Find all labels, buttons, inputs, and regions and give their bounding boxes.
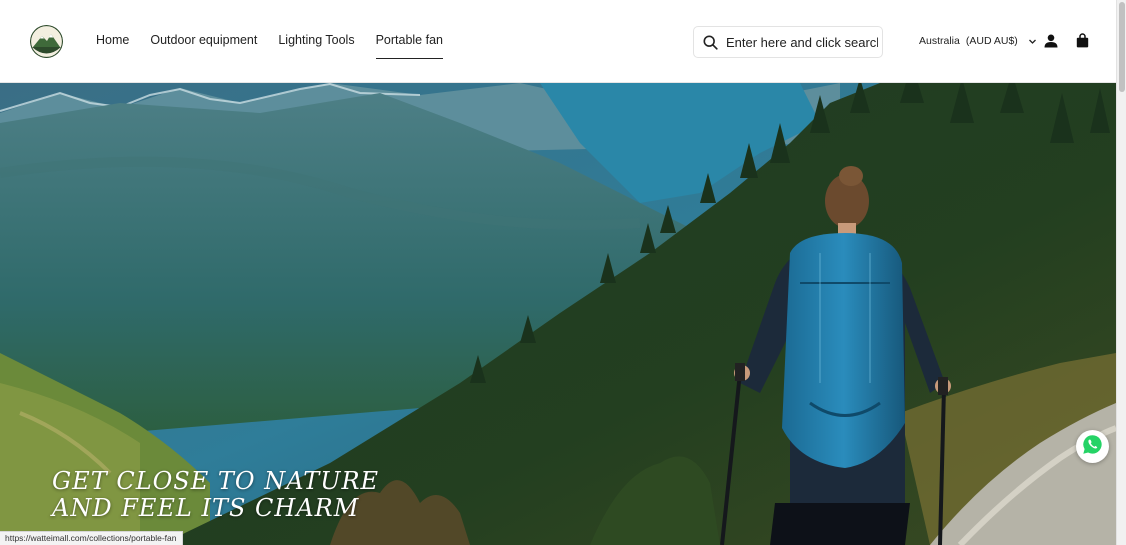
nav-item-portable-fan[interactable]: Portable fan xyxy=(375,33,444,59)
chevron-down-icon xyxy=(1028,37,1037,46)
nav-item-lighting-tools[interactable]: Lighting Tools xyxy=(278,33,354,59)
user-icon[interactable] xyxy=(1044,34,1058,48)
status-bar-url: https://watteimall.com/collections/porta… xyxy=(0,531,183,545)
hero-title: GET CLOSE TO NATURE AND FEEL ITS CHARM xyxy=(52,468,379,522)
hero-title-line-1: GET CLOSE TO NATURE xyxy=(52,467,380,495)
country-label: Australia xyxy=(919,35,960,47)
nav-item-outdoor-equipment[interactable]: Outdoor equipment xyxy=(150,33,257,59)
mountain-logo-icon[interactable] xyxy=(30,25,63,58)
whatsapp-chat-button[interactable] xyxy=(1076,430,1109,463)
hero-title-line-2: AND FEEL ITS CHARM xyxy=(52,494,360,522)
scrollbar-thumb[interactable] xyxy=(1119,2,1125,92)
currency-label: (AUD AU$) xyxy=(965,35,1018,47)
country-selector[interactable]: Australia (AUD AU$) xyxy=(919,35,1037,47)
search-input[interactable] xyxy=(726,34,878,50)
shopping-bag-icon[interactable] xyxy=(1076,33,1089,48)
search-box[interactable] xyxy=(693,26,883,58)
main-navigation: Home Outdoor equipment Lighting Tools Po… xyxy=(96,33,464,59)
page-scrollbar[interactable] xyxy=(1116,0,1126,545)
nav-item-home[interactable]: Home xyxy=(96,33,129,59)
whatsapp-icon xyxy=(1082,434,1103,460)
search-icon[interactable] xyxy=(703,34,718,50)
site-header: Home Outdoor equipment Lighting Tools Po… xyxy=(0,0,1116,83)
hero-banner[interactable]: GET CLOSE TO NATURE AND FEEL ITS CHARM xyxy=(0,83,1116,545)
